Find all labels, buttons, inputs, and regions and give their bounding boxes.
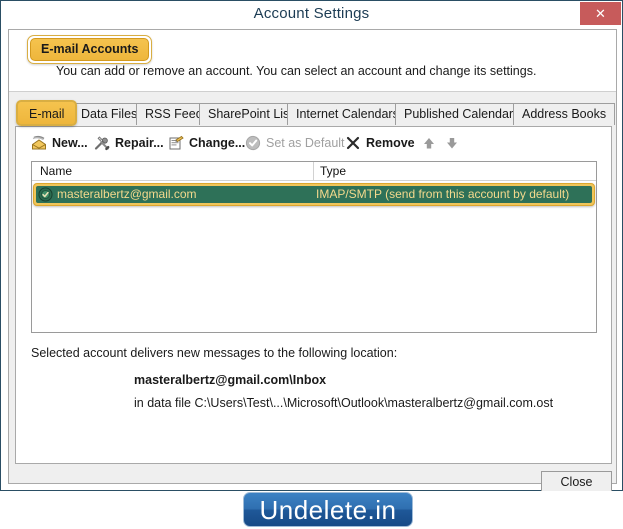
table-row[interactable]: masteralbertz@gmail.com IMAP/SMTP (send …: [33, 183, 595, 206]
account-row-name: masteralbertz@gmail.com: [57, 187, 197, 201]
table-row-fill: masteralbertz@gmail.com IMAP/SMTP (send …: [36, 186, 592, 203]
close-icon[interactable]: ✕: [580, 2, 621, 25]
tab-strip: E-mail Data Files RSS Feeds SharePoint List…: [9, 100, 616, 126]
watermark-label: Undelete.in: [259, 495, 397, 525]
delivery-data-file: in data file C:\Users\Test\...\Microsoft…: [134, 396, 554, 410]
set-as-default-button: Set as Default: [245, 132, 345, 153]
change-properties-icon: [168, 135, 184, 151]
account-settings-dialog: Account Settings ✕ E-mail Accounts You c…: [0, 0, 623, 494]
account-row-type: IMAP/SMTP (send from this account by def…: [316, 187, 570, 201]
page-title: Account Settings: [253, 5, 370, 22]
move-down-arrow-icon: [444, 135, 460, 151]
delivery-label: Selected account delivers new messages t…: [31, 346, 398, 360]
new-mail-icon: [31, 135, 47, 151]
move-down-arrow-button: [444, 132, 460, 153]
toolbar-label: Repair...: [115, 135, 164, 150]
default-account-icon: [38, 187, 53, 202]
toolbar-label: Set as Default: [266, 135, 345, 150]
remove-x-icon: [345, 135, 361, 151]
dialog-panel: E-mail Accounts You can add or remove an…: [8, 29, 617, 494]
header-area: E-mail Accounts You can add or remove an…: [9, 30, 616, 92]
account-list-header: Name Type: [32, 162, 596, 181]
column-header-type: Type: [320, 164, 347, 178]
new-button[interactable]: New...: [31, 132, 88, 153]
tab-published-calendars[interactable]: Published Calendars: [395, 103, 529, 125]
header-description: You can add or remove an account. You ca…: [56, 64, 537, 78]
tab-address-books[interactable]: Address Books: [513, 103, 616, 125]
change-button[interactable]: Change...: [168, 132, 245, 153]
column-divider: [313, 162, 314, 180]
set-as-default-check-icon: [245, 135, 261, 151]
tab-internet-calendars[interactable]: Internet Calendars: [287, 103, 408, 125]
account-toolbar: New... Repair... Change... Set as Default Re…: [16, 127, 611, 158]
tab-e-mail[interactable]: E-mail: [16, 100, 78, 126]
toolbar-label: Change...: [189, 135, 246, 150]
remove-button[interactable]: Remove: [345, 132, 415, 153]
title-bar: Account Settings ✕: [1, 1, 622, 28]
delivery-location: masteralbertz@gmail.com\Inbox: [134, 373, 327, 387]
column-header-name: Name: [40, 164, 73, 178]
watermark-strip: Undelete.in: [0, 491, 623, 529]
email-accounts-badge: E-mail Accounts: [27, 35, 153, 64]
move-up-arrow-button: [421, 132, 437, 153]
repair-tools-icon: [94, 135, 110, 151]
email-tab-content: New... Repair... Change... Set as Default Re…: [15, 126, 612, 464]
email-accounts-badge-label: E-mail Accounts: [30, 38, 150, 61]
move-up-arrow-icon: [421, 135, 437, 151]
account-list: Name Type masteralbertz@gmail.com IMAP/S…: [31, 161, 597, 333]
toolbar-label: Remove: [366, 135, 415, 150]
watermark-badge: Undelete.in: [243, 492, 413, 527]
repair-button[interactable]: Repair...: [94, 132, 164, 153]
toolbar-label: New...: [52, 135, 88, 150]
